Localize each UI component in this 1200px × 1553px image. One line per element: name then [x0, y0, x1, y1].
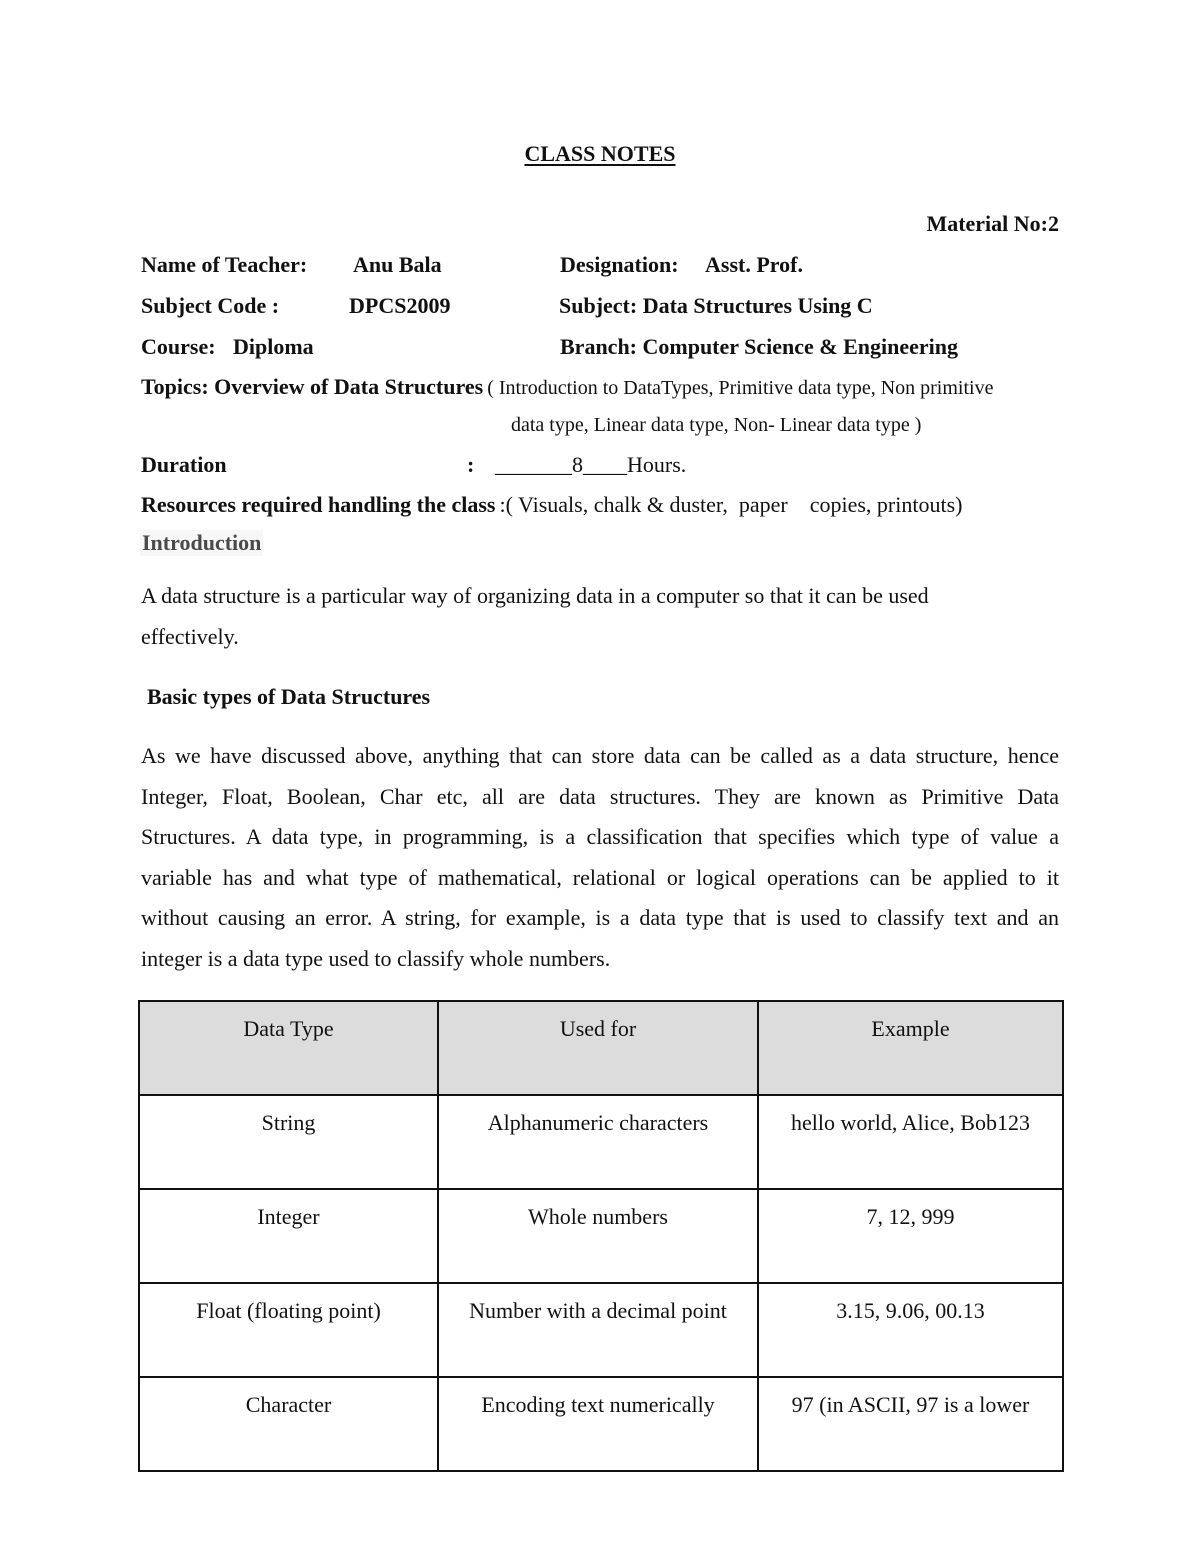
table-row: Integer Whole numbers 7, 12, 999	[138, 1188, 1064, 1284]
teacher-label: Name of Teacher:	[141, 252, 308, 277]
duration-colon: :	[467, 452, 475, 477]
cell-data-type: Float (floating point)	[138, 1282, 439, 1378]
table-row: Character Encoding text numerically 97 (…	[138, 1376, 1064, 1472]
resources-value: :( Visuals, chalk & duster, paper copies…	[499, 492, 963, 517]
table-row: Float (floating point) Number with a dec…	[138, 1282, 1064, 1378]
introduction-heading: Introduction	[140, 530, 264, 556]
resources-label: Resources required handling the class	[141, 492, 496, 517]
cell-used-for: Alphanumeric characters	[437, 1094, 759, 1190]
cell-used-for: Number with a decimal point	[437, 1282, 759, 1378]
cell-example: 97 (in ASCII, 97 is a lower	[757, 1376, 1064, 1472]
paragraph-line: integer is a data type used to classify …	[141, 945, 611, 971]
subject-code-value: DPCS2009	[349, 293, 451, 318]
course-label: Course:	[141, 334, 216, 359]
paragraph-line: Integer, Float, Boolean, Char etc, all a…	[141, 783, 1059, 809]
basic-types-heading: Basic types of Data Structures	[147, 684, 431, 709]
duration-value: _______8____Hours.	[495, 452, 687, 477]
topics-list-line1: ( Introduction to DataTypes, Primitive d…	[487, 377, 994, 399]
teacher-value: Anu Bala	[353, 252, 442, 277]
branch-label: Branch: Computer Science & Engineering	[560, 334, 959, 359]
paragraph-line: variable has and what type of mathematic…	[141, 864, 1059, 890]
data-types-table: Data Type Used for Example String Alphan…	[138, 1000, 1064, 1472]
table-row: String Alphanumeric characters hello wor…	[138, 1094, 1064, 1190]
cell-used-for: Encoding text numerically	[437, 1376, 759, 1472]
header-example: Example	[757, 1000, 1064, 1096]
cell-example: 3.15, 9.06, 00.13	[757, 1282, 1064, 1378]
designation-label: Designation:	[560, 252, 679, 277]
paragraph-line: As we have discussed above, anything tha…	[141, 743, 1059, 768]
course-value: Diploma	[233, 334, 314, 359]
resources-line: Resources required handling the class :(…	[141, 492, 962, 518]
paragraph-line: effectively.	[141, 623, 239, 649]
paragraph-line: without causing an error. A string, for …	[141, 905, 1059, 930]
table-header-row: Data Type Used for Example	[138, 1000, 1064, 1096]
cell-data-type: String	[138, 1094, 439, 1190]
designation-value: Asst. Prof.	[705, 252, 803, 277]
header-used-for: Used for	[437, 1000, 759, 1096]
topics-list-line2: data type, Linear data type, Non- Linear…	[511, 414, 922, 436]
paragraph-line: A data structure is a particular way of …	[141, 583, 929, 608]
subject-code-label: Subject Code :	[141, 293, 280, 318]
topics-label: Topics: Overview of Data Structures	[141, 374, 484, 399]
document-title: CLASS NOTES	[0, 141, 1200, 167]
basic-types-paragraph: As we have discussed above, anything tha…	[141, 736, 1059, 979]
paragraph-line: Structures. A data type, in programming,…	[141, 824, 1059, 849]
cell-data-type: Character	[138, 1376, 439, 1472]
cell-data-type: Integer	[138, 1188, 439, 1284]
introduction-paragraph: A data structure is a particular way of …	[141, 576, 1059, 657]
cell-example: hello world, Alice, Bob123	[757, 1094, 1064, 1190]
header-data-type: Data Type	[138, 1000, 439, 1096]
cell-used-for: Whole numbers	[437, 1188, 759, 1284]
topics-line: Topics: Overview of Data Structures ( In…	[141, 374, 993, 400]
material-number: Material No:2	[926, 211, 1059, 236]
document-title-text: CLASS NOTES	[524, 141, 676, 166]
subject-label: Subject: Data Structures Using C	[559, 293, 873, 318]
duration-label: Duration	[141, 452, 227, 477]
cell-example: 7, 12, 999	[757, 1188, 1064, 1284]
